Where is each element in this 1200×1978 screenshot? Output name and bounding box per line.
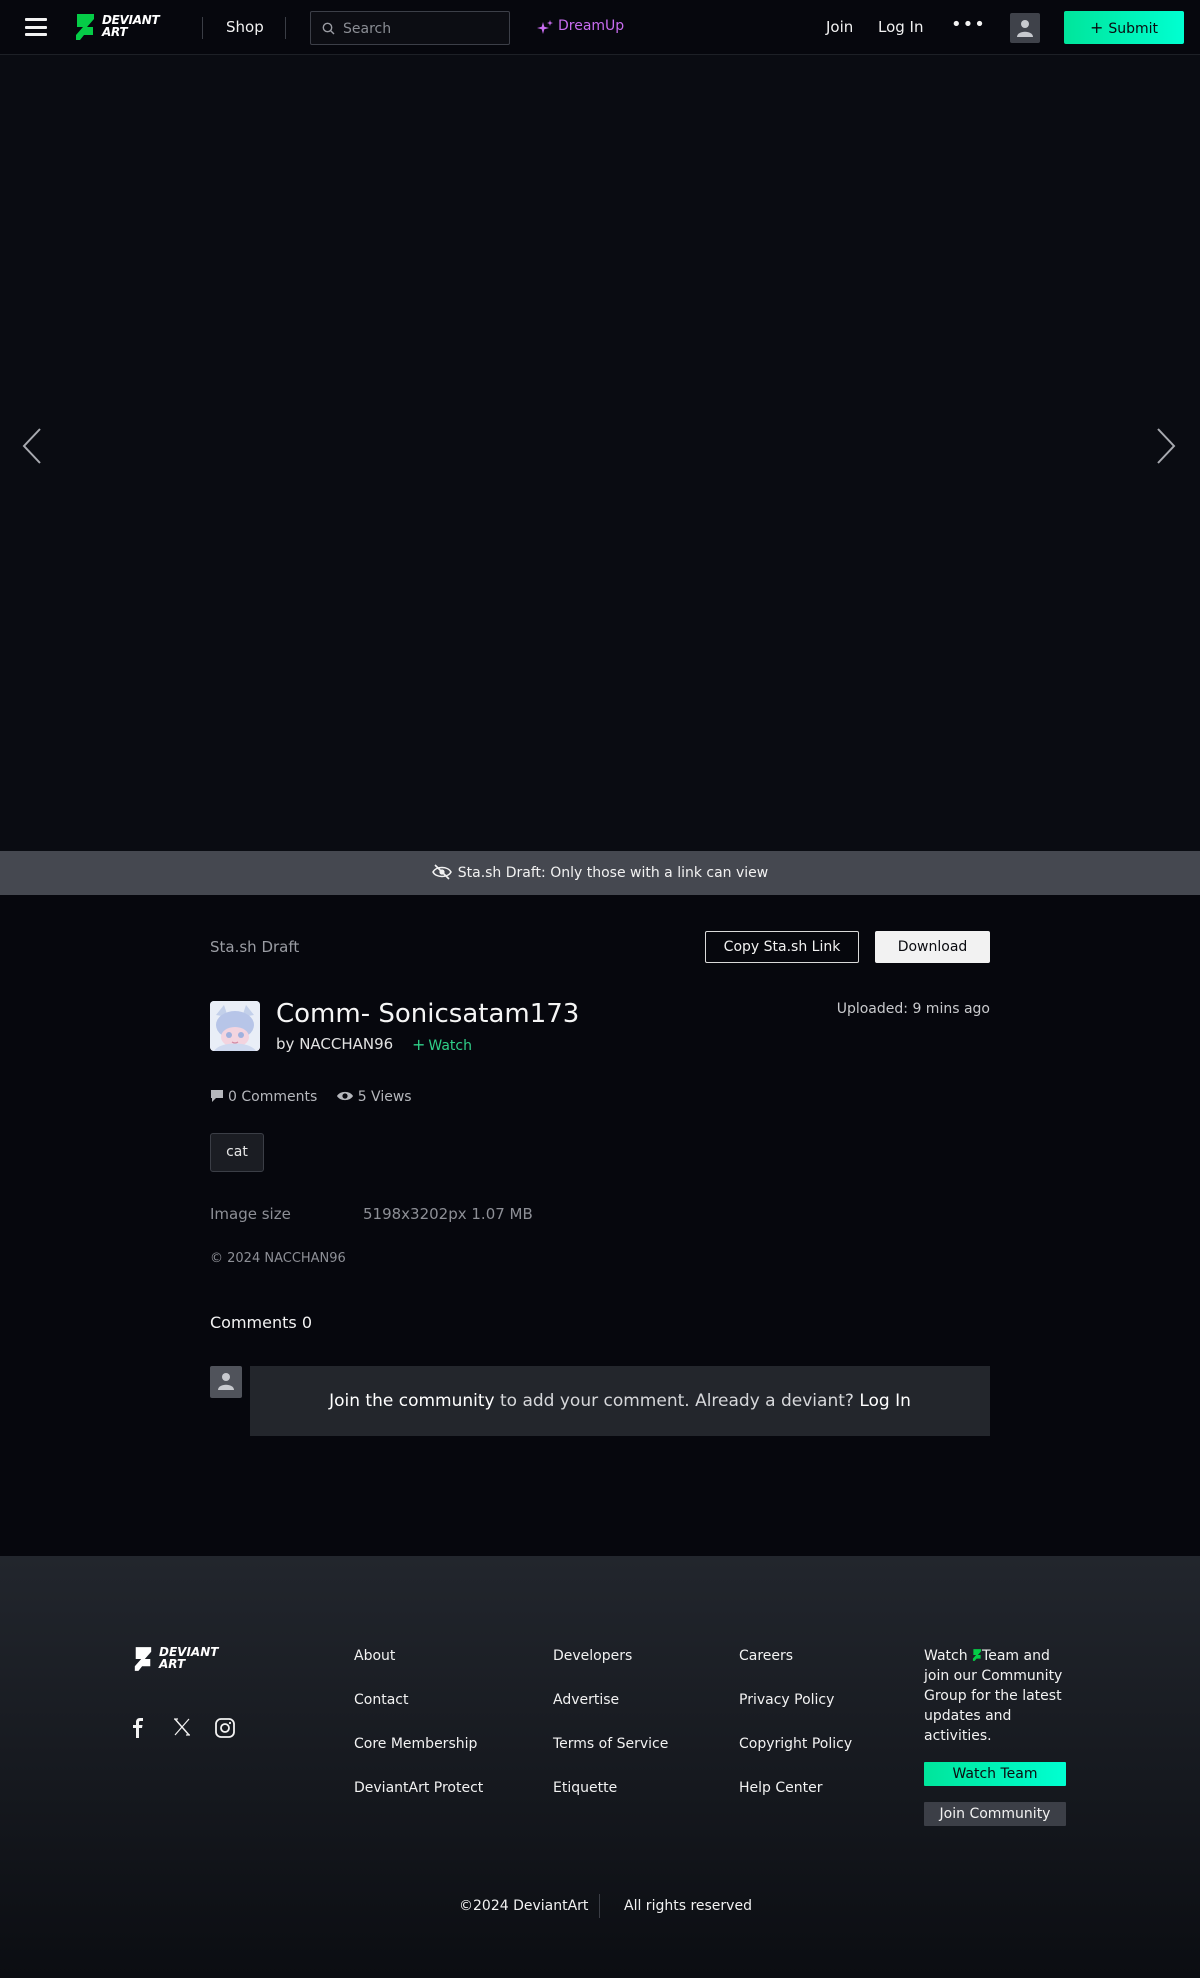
join-community-button[interactable]: Join Community bbox=[924, 1802, 1066, 1826]
deviation-stats: 0 Comments 5 Views bbox=[210, 1089, 426, 1105]
divider bbox=[202, 17, 203, 39]
deviantart-mark-icon bbox=[76, 14, 94, 40]
shop-link[interactable]: Shop bbox=[226, 18, 264, 36]
footer-link-core-membership[interactable]: Core Membership bbox=[354, 1736, 477, 1752]
stash-draft-banner: Sta.sh Draft: Only those with a link can… bbox=[0, 851, 1200, 895]
eye-slash-icon bbox=[431, 863, 452, 880]
join-link[interactable]: Join bbox=[826, 18, 853, 36]
footer-link-careers[interactable]: Careers bbox=[739, 1648, 793, 1664]
more-options-icon[interactable]: ••• bbox=[951, 14, 986, 35]
facebook-icon[interactable] bbox=[130, 1718, 146, 1738]
download-button[interactable]: Download bbox=[875, 931, 990, 963]
watch-author-button[interactable]: + Watch bbox=[412, 1035, 472, 1054]
footer-rights: All rights reserved bbox=[624, 1898, 752, 1914]
upload-time: Uploaded: 9 mins ago bbox=[837, 1001, 990, 1017]
join-to-comment-box: Join the community to add your comment. … bbox=[250, 1366, 990, 1436]
comments-count: 0 Comments bbox=[228, 1089, 318, 1105]
footer-logo-wordmark: DEVIANT ART bbox=[159, 1646, 218, 1670]
dreamup-link[interactable]: DreamUp bbox=[536, 18, 624, 34]
instagram-icon[interactable] bbox=[215, 1718, 235, 1738]
footer-link-copyright-policy[interactable]: Copyright Policy bbox=[739, 1736, 852, 1752]
footer: DEVIANT ART About Contact Core Membershi… bbox=[0, 1556, 1200, 1978]
image-size-value: 5198x3202px 1.07 MB bbox=[363, 1205, 533, 1223]
comments-stat[interactable]: 0 Comments bbox=[210, 1089, 317, 1105]
user-icon bbox=[1017, 20, 1033, 37]
image-viewer bbox=[0, 55, 1200, 851]
deviation-copyright: © 2024 NACCHAN96 bbox=[210, 1251, 346, 1266]
submit-button[interactable]: + Submit bbox=[1064, 11, 1184, 44]
deviantart-mark-icon bbox=[134, 1647, 152, 1671]
dreamup-label: DreamUp bbox=[558, 18, 625, 34]
eye-icon bbox=[336, 1091, 353, 1100]
stash-draft-label: Sta.sh Draft bbox=[210, 938, 300, 956]
comment-avatar bbox=[210, 1366, 242, 1398]
watch-text-1: Watch bbox=[924, 1648, 968, 1664]
user-icon bbox=[218, 1373, 234, 1390]
footer-logo[interactable]: DEVIANT ART bbox=[133, 1646, 218, 1676]
views-stat: 5 Views bbox=[336, 1089, 412, 1105]
login-link[interactable]: Log In bbox=[878, 18, 924, 36]
footer-link-developers[interactable]: Developers bbox=[553, 1648, 632, 1664]
deviantart-logo[interactable]: DEVIANT ART bbox=[74, 13, 180, 41]
logo-line-2: ART bbox=[102, 25, 128, 39]
by-prefix: by bbox=[276, 1035, 295, 1053]
copy-stash-link-button[interactable]: Copy Sta.sh Link bbox=[705, 931, 859, 963]
top-navigation-bar: DEVIANT ART Shop DreamUp Join Log In •••… bbox=[0, 0, 1200, 55]
logo-wordmark: DEVIANT ART bbox=[102, 14, 160, 39]
search-box[interactable] bbox=[310, 11, 510, 45]
sparkle-icon bbox=[537, 20, 553, 34]
footer-link-help-center[interactable]: Help Center bbox=[739, 1780, 823, 1796]
search-icon bbox=[322, 22, 335, 35]
menu-icon[interactable] bbox=[25, 18, 47, 36]
join-community-link[interactable]: Join the community bbox=[329, 1391, 494, 1411]
footer-link-about[interactable]: About bbox=[354, 1648, 395, 1664]
plus-icon: + bbox=[1089, 18, 1104, 37]
user-avatar-button[interactable] bbox=[1010, 13, 1040, 43]
author-avatar[interactable] bbox=[210, 1001, 260, 1051]
divider bbox=[599, 1894, 600, 1918]
footer-link-etiquette[interactable]: Etiquette bbox=[553, 1780, 617, 1796]
footer-link-contact[interactable]: Contact bbox=[354, 1692, 408, 1708]
tag-chip[interactable]: cat bbox=[210, 1133, 264, 1172]
deviation-title: Comm- Sonicsatam173 bbox=[276, 999, 580, 1029]
uploaded-label: Uploaded: bbox=[836, 1001, 908, 1017]
divider bbox=[285, 17, 286, 39]
comments-heading: Comments 0 bbox=[210, 1313, 312, 1332]
comment-icon bbox=[211, 1089, 223, 1102]
banner-text: Sta.sh Draft: Only those with a link can… bbox=[457, 865, 769, 881]
previous-arrow-icon[interactable] bbox=[20, 426, 44, 466]
footer-copyright: ©2024 DeviantArt bbox=[459, 1898, 589, 1914]
views-count: 5 Views bbox=[357, 1089, 412, 1105]
deviantart-mark-icon bbox=[972, 1649, 982, 1661]
image-size-label: Image size bbox=[210, 1205, 291, 1223]
footer-link-privacy[interactable]: Privacy Policy bbox=[739, 1692, 834, 1708]
watch-team-blurb: Watch Team and join our Community Group … bbox=[924, 1646, 1074, 1746]
x-icon[interactable] bbox=[173, 1718, 191, 1736]
footer-logo-line-2: ART bbox=[159, 1657, 186, 1671]
footer-link-advertise[interactable]: Advertise bbox=[553, 1692, 619, 1708]
watch-team-button[interactable]: Watch Team bbox=[924, 1762, 1066, 1786]
author-link[interactable]: NACCHAN96 bbox=[299, 1035, 393, 1053]
footer-link-deviantart-protect[interactable]: DeviantArt Protect bbox=[354, 1780, 483, 1796]
uploaded-value: 9 mins ago bbox=[912, 1001, 990, 1017]
byline: by NACCHAN96 bbox=[276, 1035, 393, 1053]
author-avatar-image bbox=[210, 1001, 260, 1051]
submit-label: Submit bbox=[1108, 21, 1159, 37]
plus-icon: + bbox=[412, 1035, 426, 1054]
search-input[interactable] bbox=[343, 19, 503, 39]
comment-login-link[interactable]: Log In bbox=[859, 1391, 911, 1411]
next-arrow-icon[interactable] bbox=[1154, 426, 1178, 466]
watch-label: Watch bbox=[428, 1038, 472, 1054]
footer-link-terms[interactable]: Terms of Service bbox=[553, 1736, 668, 1752]
join-middle-text: to add your comment. Already a deviant? bbox=[494, 1391, 860, 1411]
